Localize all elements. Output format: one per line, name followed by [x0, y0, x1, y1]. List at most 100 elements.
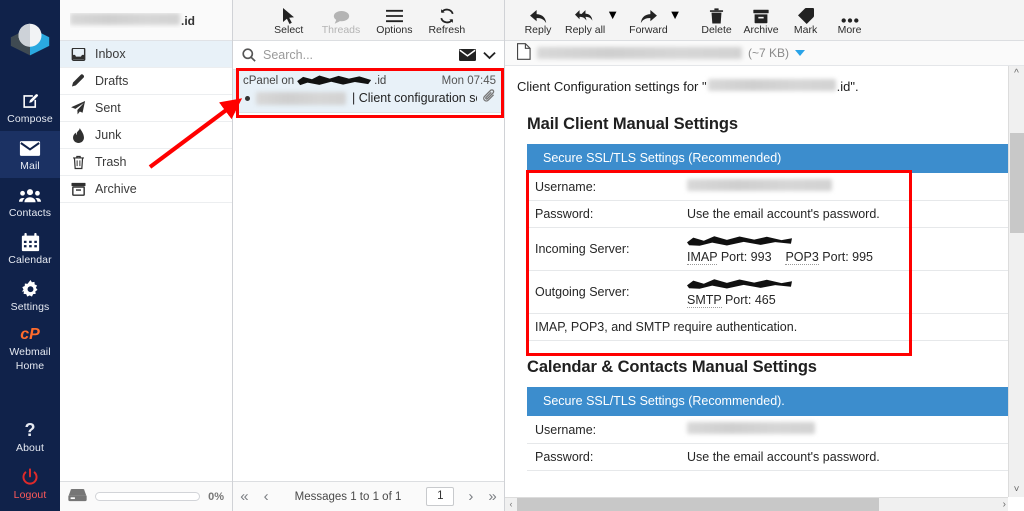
task-item-webmail-home[interactable]: cP Webmail Home	[0, 319, 60, 378]
chevron-left-icon[interactable]: ‹	[505, 497, 517, 511]
username-redacted	[687, 179, 832, 191]
message-subject-separator: |	[352, 91, 356, 105]
first-page-button[interactable]: «	[239, 489, 249, 504]
sliders-icon	[385, 7, 403, 24]
section-title: Mail Client Manual Settings	[527, 115, 738, 133]
task-item-contacts[interactable]: Contacts	[0, 178, 60, 225]
threads-button[interactable]: Threads	[322, 7, 360, 36]
row-label: Incoming Server:	[527, 227, 679, 271]
horizontal-scroll-thumb[interactable]	[517, 498, 880, 511]
table-row: Username:	[527, 416, 1014, 444]
chevron-right-icon[interactable]: ›	[1003, 499, 1006, 510]
inbox-icon	[70, 47, 86, 61]
mark-button[interactable]: Mark	[789, 7, 823, 36]
message-subject: | Client configuration setting…	[352, 91, 477, 105]
section-banner: Secure SSL/TLS Settings (Recommended)	[527, 144, 1014, 173]
account-tld: .id	[181, 13, 195, 28]
chevron-down-icon[interactable]: ▼	[606, 7, 619, 22]
task-item-compose[interactable]: Compose	[0, 84, 60, 131]
folder-item-archive[interactable]: Archive	[60, 176, 232, 203]
forward-button[interactable]: Forward	[629, 7, 668, 36]
folder-item-label: Drafts	[95, 74, 129, 88]
folder-item-trash[interactable]: Trash	[60, 149, 232, 176]
page-number-input[interactable]: 1	[426, 487, 455, 506]
tag-icon	[797, 7, 814, 24]
paper-plane-icon	[70, 101, 86, 115]
prev-page-button[interactable]: ‹	[263, 489, 270, 504]
folder-items: Inbox Drafts Sent Junk Trash Archive	[60, 41, 232, 481]
folder-item-inbox[interactable]: Inbox	[60, 41, 232, 68]
folder-item-label: Archive	[95, 182, 137, 196]
list-pagination: « ‹ Messages 1 to 1 of 1 1 › »	[233, 481, 504, 511]
message-row[interactable]: cPanel on .id Mon 07:45 | Client configu…	[233, 70, 504, 113]
task-item-label: About	[16, 442, 44, 454]
next-page-button[interactable]: ›	[467, 489, 474, 504]
options-button[interactable]: Options	[376, 7, 412, 36]
document-icon	[517, 43, 531, 63]
unread-dot-icon[interactable]	[245, 95, 250, 101]
contacts-group-icon	[19, 185, 41, 205]
calendar-contacts-settings-card: Calendar & Contacts Manual Settings Secu…	[519, 349, 1014, 471]
task-item-label-2: Home	[15, 360, 45, 372]
reply-all-button[interactable]: Reply all	[565, 7, 605, 36]
cursor-arrow-icon	[282, 7, 295, 24]
more-button[interactable]: More	[833, 7, 867, 36]
toolbar-label: Reply	[524, 23, 552, 36]
message-date: Mon 07:45	[441, 74, 496, 87]
delete-button[interactable]: Delete	[700, 7, 734, 36]
search-bar[interactable]	[233, 41, 504, 70]
account-header: .id	[60, 0, 232, 41]
task-item-logout[interactable]: Logout	[0, 460, 60, 511]
account-name-redacted	[70, 12, 180, 25]
ellipsis-icon	[841, 7, 859, 24]
refresh-button[interactable]: Refresh	[428, 7, 465, 36]
toolbar-label: Forward	[629, 23, 668, 36]
chevron-down-icon[interactable]	[483, 51, 496, 60]
webmail-window: Compose Mail Contacts Calendar Settings …	[0, 0, 1024, 511]
task-item-label: Compose	[7, 113, 53, 125]
incoming-server-redacted	[687, 236, 792, 246]
task-item-mail[interactable]: Mail	[0, 131, 60, 178]
mail-settings-table: Username: Password: Use the email accoun…	[527, 173, 1014, 341]
message-sender-redacted	[297, 75, 372, 86]
vertical-scrollbar[interactable]: ^ ˅	[1008, 66, 1024, 497]
reply-button[interactable]: Reply	[521, 7, 555, 36]
vertical-scroll-thumb[interactable]	[1010, 133, 1024, 233]
row-label: Username:	[527, 173, 679, 201]
refresh-icon	[439, 7, 455, 24]
last-page-button[interactable]: »	[487, 489, 497, 504]
paperclip-icon	[483, 89, 496, 107]
row-value: IMAP Port: 993 POP3 Port: 995	[679, 227, 1014, 271]
chevron-up-icon[interactable]: ^	[1009, 66, 1024, 81]
account-name: .id	[70, 12, 208, 28]
folder-item-label: Trash	[95, 155, 127, 169]
message-recipient-redacted	[256, 91, 346, 105]
trash-icon	[709, 7, 724, 24]
task-item-calendar[interactable]: Calendar	[0, 225, 60, 272]
horizontal-scrollbar[interactable]: ‹ ›	[505, 497, 1008, 511]
smtp-port-text: Port: 465	[721, 293, 776, 307]
chevron-down-icon[interactable]: ˅	[1009, 482, 1024, 497]
message-size: (~7 KB)	[748, 46, 790, 60]
task-item-label: Logout	[13, 489, 47, 501]
section-title: Calendar & Contacts Manual Settings	[527, 358, 817, 376]
select-button[interactable]: Select	[272, 7, 306, 36]
search-input[interactable]	[263, 48, 452, 62]
task-item-settings[interactable]: Settings	[0, 272, 60, 319]
triangle-down-icon[interactable]	[795, 50, 806, 56]
message-rows: cPanel on .id Mon 07:45 | Client configu…	[233, 70, 504, 481]
search-scope-envelope-icon[interactable]	[459, 49, 476, 61]
message-view-pane: Reply Reply all ▼ Forward ▼ Delete Archi…	[505, 0, 1024, 511]
intro-line: Client Configuration settings for " .id"…	[505, 66, 1024, 106]
folder-item-label: Junk	[95, 128, 122, 142]
message-sender: cPanel on .id	[243, 74, 442, 87]
task-item-about[interactable]: ? About	[0, 413, 60, 460]
archive-button[interactable]: Archive	[744, 7, 779, 36]
folder-item-junk[interactable]: Junk	[60, 122, 232, 149]
folder-item-drafts[interactable]: Drafts	[60, 68, 232, 95]
archive-box-icon	[753, 7, 769, 24]
message-sender-suffix: .id	[374, 74, 387, 87]
chevron-down-icon[interactable]: ▼	[669, 7, 682, 22]
folder-item-sent[interactable]: Sent	[60, 95, 232, 122]
forward-arrow-icon	[640, 7, 657, 24]
